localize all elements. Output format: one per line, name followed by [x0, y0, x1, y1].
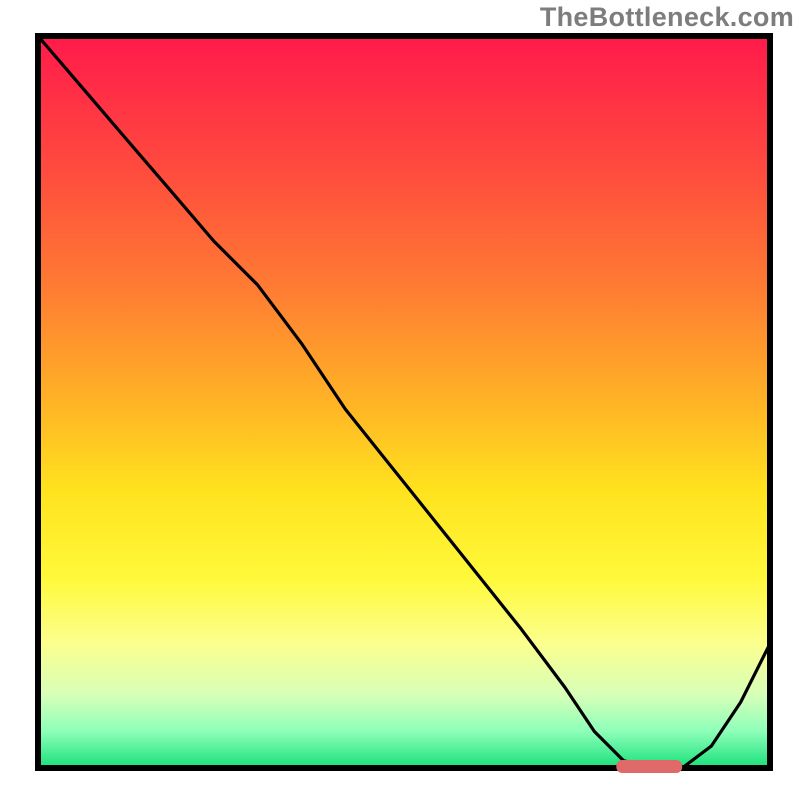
bottleneck-chart [0, 0, 800, 800]
chart-stage: TheBottleneck.com [0, 0, 800, 800]
plot-area [38, 36, 770, 768]
optimal-range-marker [616, 760, 682, 773]
watermark-label: TheBottleneck.com [540, 2, 794, 33]
